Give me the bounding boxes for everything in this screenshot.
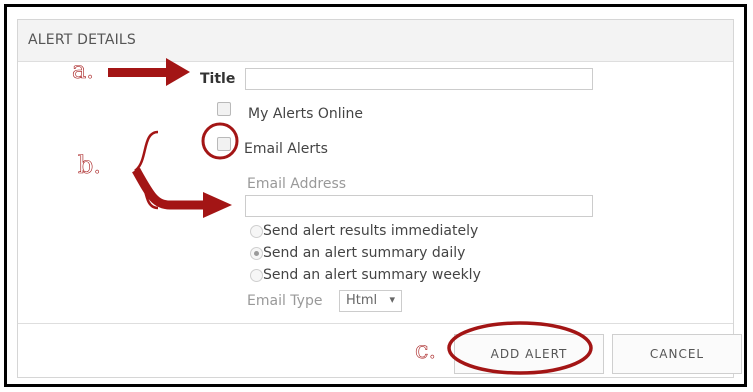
email-alerts-checkbox[interactable]	[217, 137, 231, 151]
annotation-b-label: b.	[78, 151, 102, 180]
title-input[interactable]	[245, 68, 593, 90]
radio-daily-label: Send an alert summary daily	[263, 245, 466, 261]
email-type-value: Html	[346, 293, 378, 308]
annotation-c-label: c.	[415, 336, 437, 365]
email-address-label: Email Address	[247, 176, 347, 192]
my-alerts-online-checkbox[interactable]	[217, 102, 231, 116]
dialog-header: ALERT DETAILS	[18, 20, 733, 62]
chevron-down-icon: ▾	[389, 293, 395, 306]
email-alerts-label: Email Alerts	[244, 141, 328, 157]
dialog-title: ALERT DETAILS	[28, 32, 137, 48]
add-alert-label: ADD ALERT	[490, 347, 568, 361]
radio-daily[interactable]	[250, 247, 263, 260]
title-label: Title	[200, 71, 236, 87]
email-type-label: Email Type	[247, 293, 323, 309]
radio-immediately[interactable]	[250, 225, 263, 238]
radio-immediately-label: Send alert results immediately	[263, 223, 479, 239]
add-alert-button[interactable]: ADD ALERT	[454, 334, 604, 374]
email-address-input[interactable]	[245, 195, 593, 217]
radio-weekly-label: Send an alert summary weekly	[263, 267, 481, 283]
my-alerts-online-label: My Alerts Online	[248, 106, 364, 122]
alert-details-dialog: ALERT DETAILS Title My Alerts Online Ema…	[17, 19, 742, 378]
radio-weekly[interactable]	[250, 269, 263, 282]
cancel-button[interactable]: CANCEL	[612, 334, 742, 374]
footer-divider	[18, 323, 733, 324]
cancel-label: CANCEL	[649, 347, 705, 361]
annotation-a-label: a.	[72, 56, 95, 85]
email-type-select[interactable]: Html ▾	[339, 290, 402, 312]
dialog-frame: ALERT DETAILS Title My Alerts Online Ema…	[4, 4, 747, 387]
